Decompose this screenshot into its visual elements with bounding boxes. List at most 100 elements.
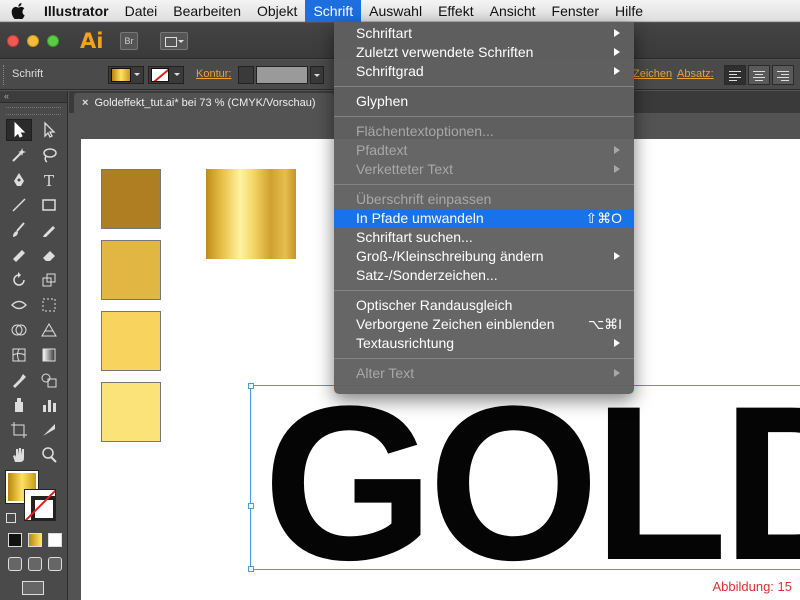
draw-normal-icon[interactable] — [8, 557, 22, 571]
screen-mode-icon[interactable] — [22, 581, 44, 595]
control-bar-grip[interactable] — [3, 65, 6, 85]
bbox-handle[interactable] — [248, 383, 254, 389]
line-segment-tool-icon[interactable] — [6, 194, 32, 216]
tools-panel-collapse[interactable]: « — [0, 91, 67, 103]
kontur-dropdown[interactable] — [310, 66, 324, 84]
gold-swatch-3[interactable] — [101, 311, 161, 371]
menu-bar: Illustrator Datei Bearbeiten Objekt Schr… — [0, 0, 800, 22]
hand-tool-icon[interactable] — [6, 444, 32, 466]
menu-bearbeiten[interactable]: Bearbeiten — [165, 0, 249, 22]
menu-item-glyphen[interactable]: Glyphen — [334, 92, 634, 111]
menu-schrift[interactable]: Schrift — [305, 0, 362, 22]
stroke-color-swatch[interactable] — [24, 489, 56, 521]
menu-item-überschrift-einpassen: Überschrift einpassen — [334, 190, 634, 209]
eyedropper-tool-icon[interactable] — [6, 369, 32, 391]
menu-item-label: Glyphen — [356, 93, 409, 109]
rotate-tool-icon[interactable] — [6, 269, 32, 291]
menu-auswahl[interactable]: Auswahl — [361, 0, 430, 22]
minimize-window-button[interactable] — [27, 35, 39, 47]
scale-tool-icon[interactable] — [36, 269, 62, 291]
gold-gradient-square[interactable] — [206, 169, 296, 259]
paintbrush-tool-icon[interactable] — [6, 219, 32, 241]
menu-item-groß-kleinschreibung-ändern[interactable]: Groß-/Kleinschreibung ändern — [334, 247, 634, 266]
menu-objekt[interactable]: Objekt — [249, 0, 305, 22]
kontur-link[interactable]: Kontur: — [196, 68, 231, 80]
menu-item-optischer-randausgleich[interactable]: Optischer Randausgleich — [334, 296, 634, 315]
close-tab-icon[interactable]: × — [82, 97, 88, 109]
zoom-tool-icon[interactable] — [36, 444, 62, 466]
menu-item-verketteter-text: Verketteter Text — [334, 160, 634, 179]
draw-inside-icon[interactable] — [48, 557, 62, 571]
zoom-window-button[interactable] — [47, 35, 59, 47]
rectangle-tool-icon[interactable] — [36, 194, 62, 216]
submenu-arrow-icon — [614, 67, 620, 75]
menu-item-label: Zuletzt verwendete Schriften — [356, 44, 534, 60]
bbox-handle[interactable] — [248, 503, 254, 509]
default-colors-icon[interactable] — [6, 513, 16, 523]
align-right-button[interactable] — [772, 65, 794, 85]
artboard-tool-icon[interactable] — [6, 419, 32, 441]
menu-item-label: Schriftart — [356, 25, 413, 41]
blend-tool-icon[interactable] — [36, 369, 62, 391]
menu-item-label: Textausrichtung — [356, 335, 455, 351]
document-tab[interactable]: × Goldeffekt_tut.ai* bei 73 % (CMYK/Vorsc… — [74, 93, 334, 113]
menu-ansicht[interactable]: Ansicht — [482, 0, 544, 22]
menu-illustrator[interactable]: Illustrator — [36, 0, 117, 22]
absatz-link[interactable]: Absatz: — [677, 68, 714, 80]
align-center-button[interactable] — [748, 65, 770, 85]
menu-item-textausrichtung[interactable]: Textausrichtung — [334, 334, 634, 353]
gradient-tool-icon[interactable] — [36, 344, 62, 366]
kontur-stepper[interactable] — [238, 66, 254, 84]
width-tool-icon[interactable] — [6, 294, 32, 316]
apple-menu-icon[interactable] — [0, 2, 36, 19]
fill-color-dropdown[interactable] — [108, 66, 144, 84]
menu-item-in-pfade-umwandeln[interactable]: In Pfade umwandeln ⇧⌘O — [334, 209, 634, 228]
menu-item-zuletzt-verwendete-schriften[interactable]: Zuletzt verwendete Schriften — [334, 43, 634, 62]
magic-wand-tool-icon[interactable] — [6, 144, 32, 166]
slice-tool-icon[interactable] — [36, 419, 62, 441]
column-graph-tool-icon[interactable] — [36, 394, 62, 416]
gold-swatch-1[interactable] — [101, 169, 161, 229]
menu-separator — [334, 290, 634, 291]
kontur-weight-field[interactable] — [256, 66, 308, 84]
draw-behind-icon[interactable] — [28, 557, 42, 571]
zeichen-link[interactable]: Zeichen — [633, 68, 672, 80]
gold-swatch-2[interactable] — [101, 240, 161, 300]
menu-item-satz-sonderzeichen[interactable]: Satz-/Sonderzeichen... — [334, 266, 634, 285]
align-left-button[interactable] — [724, 65, 746, 85]
blob-brush-tool-icon[interactable] — [6, 244, 32, 266]
free-transform-tool-icon[interactable] — [36, 294, 62, 316]
lasso-tool-icon[interactable] — [36, 144, 62, 166]
tools-panel-grip[interactable] — [6, 107, 61, 115]
close-window-button[interactable] — [7, 35, 19, 47]
pen-tool-icon[interactable] — [6, 169, 32, 191]
bridge-button[interactable]: Br — [120, 32, 138, 50]
menu-separator — [334, 116, 634, 117]
pencil-tool-icon[interactable] — [36, 219, 62, 241]
gold-text[interactable]: GOLD — [263, 373, 800, 593]
eraser-tool-icon[interactable] — [36, 244, 62, 266]
menu-item-verborgene-zeichen-einblenden[interactable]: Verborgene Zeichen einblenden ⌥⌘I — [334, 315, 634, 334]
menu-item-schriftart[interactable]: Schriftart — [334, 24, 634, 43]
menu-fenster[interactable]: Fenster — [544, 0, 607, 22]
arrange-documents-button[interactable] — [160, 32, 188, 50]
menu-datei[interactable]: Datei — [117, 0, 166, 22]
menu-effekt[interactable]: Effekt — [430, 0, 482, 22]
menu-item-schriftgrad[interactable]: Schriftgrad — [334, 62, 634, 81]
stroke-color-dropdown[interactable] — [148, 66, 184, 84]
shape-builder-tool-icon[interactable] — [6, 319, 32, 341]
bbox-handle[interactable] — [248, 566, 254, 572]
selection-tool-icon[interactable] — [6, 119, 32, 141]
type-tool-icon[interactable]: T — [36, 169, 62, 191]
menu-hilfe[interactable]: Hilfe — [607, 0, 651, 22]
symbol-sprayer-tool-icon[interactable] — [6, 394, 32, 416]
menu-item-label: Schriftgrad — [356, 63, 424, 79]
gold-swatch-4[interactable] — [101, 382, 161, 442]
color-mode-icon[interactable] — [8, 533, 22, 547]
menu-item-schriftart-suchen[interactable]: Schriftart suchen... — [334, 228, 634, 247]
none-mode-icon[interactable] — [48, 533, 62, 547]
mesh-tool-icon[interactable] — [6, 344, 32, 366]
gradient-mode-icon[interactable] — [28, 533, 42, 547]
direct-selection-tool-icon[interactable] — [36, 119, 62, 141]
perspective-grid-tool-icon[interactable] — [36, 319, 62, 341]
